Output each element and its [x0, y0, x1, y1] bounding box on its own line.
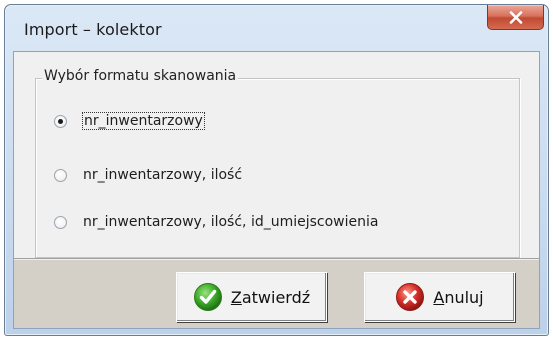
confirm-button-label: Zatwierdź	[230, 287, 311, 307]
button-bar: Zatwierdź Anuluj	[14, 260, 539, 328]
cancel-x-icon	[395, 282, 425, 312]
radio-button[interactable]	[54, 215, 67, 229]
radio-label: nr_inwentarzowy, ilość, id_umiejscowieni…	[83, 214, 379, 230]
radio-option-nr-inwentarzowy-ilosc[interactable]: nr_inwentarzowy, ilość	[54, 164, 242, 186]
close-icon	[509, 11, 523, 24]
radio-option-nr-inwentarzowy[interactable]: nr_inwentarzowy	[54, 110, 205, 132]
confirm-button[interactable]: Zatwierdź	[176, 272, 327, 322]
radio-label: nr_inwentarzowy, ilość	[83, 167, 243, 183]
group-legend: Wybór formatu skanowania	[42, 68, 239, 84]
checkmark-icon	[193, 282, 223, 312]
radio-button[interactable]	[54, 168, 67, 182]
window-title: Import – kolektor	[24, 20, 162, 39]
cancel-button-label: Anuluj	[433, 287, 484, 307]
title-bar[interactable]: Import – kolektor	[5, 5, 548, 51]
dialog-window: Import – kolektor Wybór formatu skanowan…	[4, 4, 549, 336]
radio-option-nr-inwentarzowy-ilosc-id[interactable]: nr_inwentarzowy, ilość, id_umiejscowieni…	[54, 211, 378, 233]
radio-label: nr_inwentarzowy	[82, 112, 205, 130]
close-button[interactable]	[487, 5, 544, 30]
content-panel: Wybór formatu skanowania nr_inwentarzowy…	[14, 52, 539, 258]
cancel-button[interactable]: Anuluj	[364, 272, 515, 322]
radio-button-checked[interactable]	[54, 114, 67, 128]
dialog-client-area: Wybór formatu skanowania nr_inwentarzowy…	[13, 51, 540, 329]
